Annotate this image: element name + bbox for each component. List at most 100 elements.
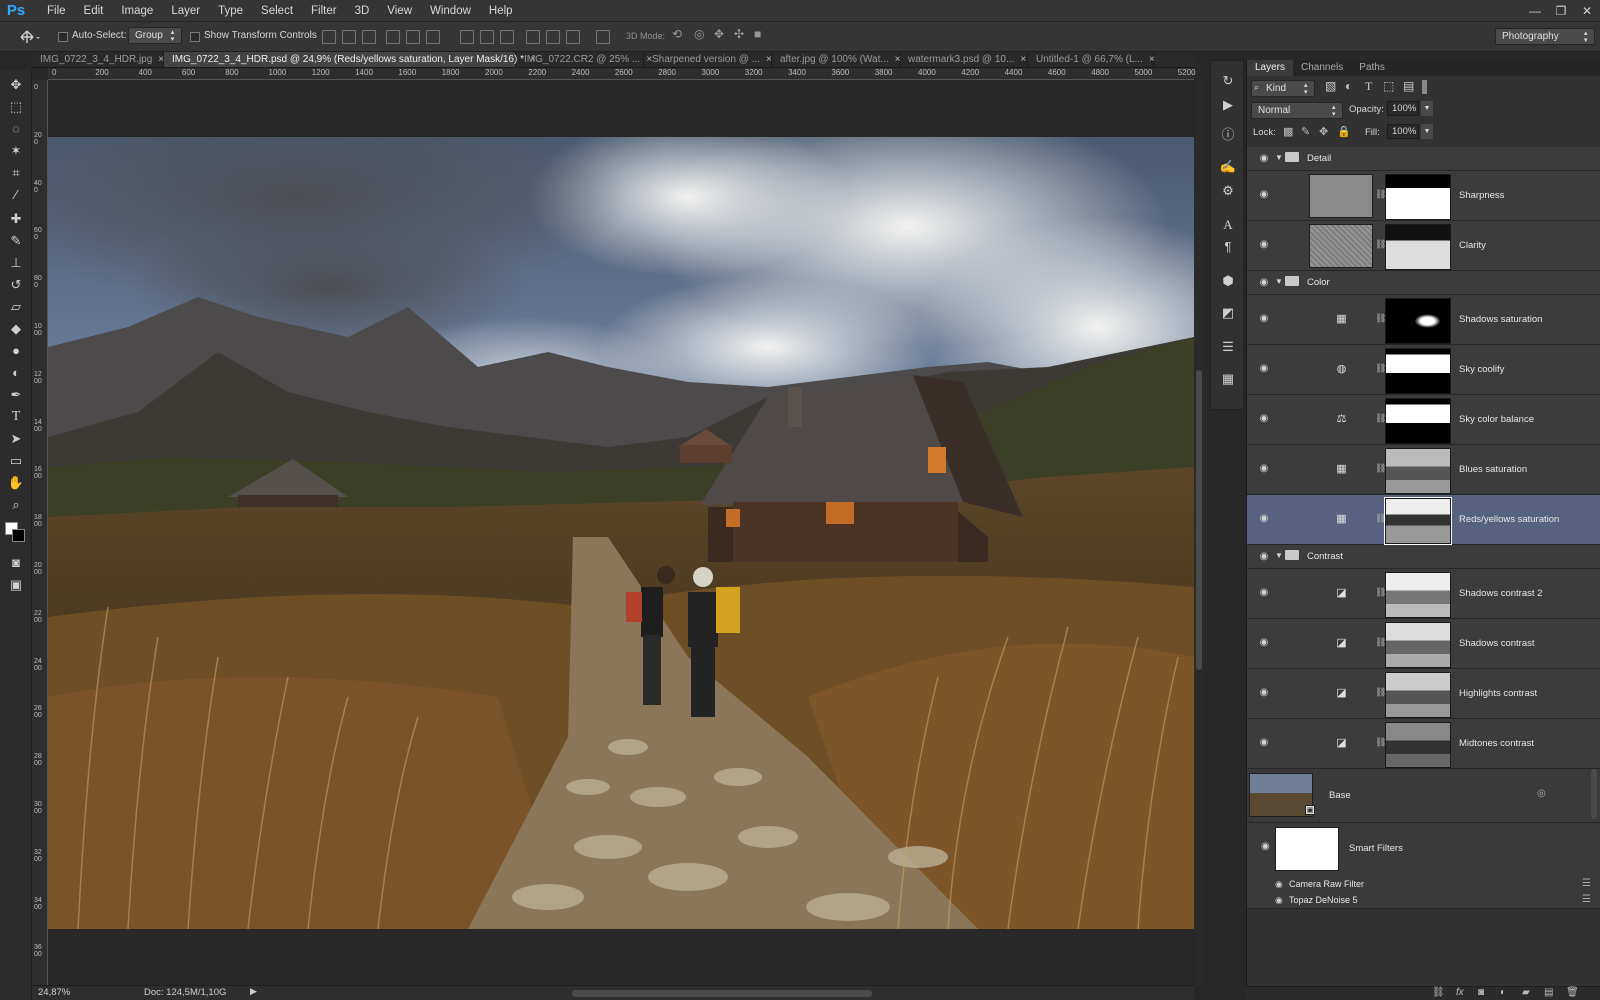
move-tool-icon[interactable] [18, 29, 40, 45]
opacity-slider-arrow-icon[interactable]: ▼ [1421, 101, 1433, 116]
actions-panel-icon[interactable]: ▶ [1218, 95, 1238, 115]
lock-all-icon[interactable]: 🔒 [1337, 125, 1351, 138]
history-brush-icon[interactable]: ↺ [6, 276, 26, 294]
quick-mask-icon[interactable]: ◙ [6, 554, 26, 572]
clone-stamp-icon[interactable]: ⊥ [6, 254, 26, 272]
zoom-level[interactable]: 24,87% [38, 987, 70, 998]
distribute-right-icon[interactable] [566, 30, 580, 44]
distribute-hcenter-icon[interactable] [546, 30, 560, 44]
layer-group-detail[interactable]: ◉ ▼ Detail [1247, 147, 1600, 171]
3d-drag-icon[interactable]: ✥ [714, 27, 724, 41]
layer-blues-saturation[interactable]: ◉ ▦ ⛓ Blues saturation [1247, 445, 1600, 495]
new-group-icon[interactable]: ▰ [1522, 987, 1530, 998]
brush-tool-icon[interactable]: ✎ [6, 232, 26, 250]
menu-view[interactable]: View [378, 0, 421, 22]
3d-slide-icon[interactable]: ✣ [734, 27, 744, 41]
doc-tab[interactable]: IMG_0722.CR2 @ 25% ... × [516, 52, 652, 67]
layer-mask-thumbnail[interactable] [1385, 224, 1451, 270]
auto-align-icon[interactable] [596, 30, 610, 44]
filter-kind-dropdown[interactable]: Kind [1251, 80, 1315, 97]
distribute-vcenter-icon[interactable] [480, 30, 494, 44]
brush-presets-icon[interactable]: ✍ [1218, 157, 1238, 177]
visibility-eye-icon[interactable]: ◉ [1257, 413, 1271, 424]
lock-pixels-icon[interactable]: ✎ [1301, 125, 1310, 138]
lock-transparent-icon[interactable]: ▩ [1283, 125, 1293, 138]
align-top-icon[interactable] [322, 30, 336, 44]
menu-window[interactable]: Window [421, 0, 480, 22]
align-left-icon[interactable] [386, 30, 400, 44]
align-bottom-icon[interactable] [362, 30, 376, 44]
menu-file[interactable]: File [38, 0, 75, 22]
layer-group-contrast[interactable]: ◉ ▼ Contrast [1247, 545, 1600, 569]
vertical-scrollbar[interactable] [1194, 80, 1204, 985]
layer-mask-thumbnail[interactable] [1385, 572, 1451, 618]
document-image[interactable] [48, 137, 1194, 929]
magic-wand-icon[interactable]: ✶ [6, 142, 26, 160]
smart-filters-row[interactable]: ◉ Smart Filters [1247, 823, 1600, 877]
filter-type-icon[interactable]: T [1365, 79, 1372, 94]
layer-mask-thumbnail[interactable] [1385, 672, 1451, 718]
paragraph-panel-icon[interactable]: ¶ [1218, 237, 1238, 257]
visibility-eye-icon[interactable]: ◉ [1257, 363, 1271, 374]
tool-presets-icon[interactable]: ⚙ [1218, 181, 1238, 201]
close-icon[interactable]: × [766, 54, 772, 65]
layer-base[interactable]: ◉ ▣ Base ◎ [1247, 769, 1600, 823]
visibility-eye-icon[interactable]: ◉ [1257, 637, 1271, 648]
dodge-tool-icon[interactable]: ◐ [6, 364, 26, 382]
layer-shadows-saturation[interactable]: ◉ ▦ ⛓ Shadows saturation [1247, 295, 1600, 345]
type-tool-icon[interactable]: T [6, 408, 26, 426]
close-icon[interactable]: × [1149, 54, 1155, 65]
fill-slider-arrow-icon[interactable]: ▼ [1421, 124, 1433, 139]
filter-toggle[interactable] [1422, 80, 1427, 94]
adjustments-panel-icon[interactable]: ◩ [1218, 303, 1238, 323]
visibility-eye-icon[interactable]: ◉ [1275, 879, 1283, 890]
trash-icon[interactable]: 🗑 [1566, 987, 1579, 998]
lock-position-icon[interactable]: ✥ [1319, 125, 1328, 138]
distribute-left-icon[interactable] [526, 30, 540, 44]
history-panel-icon[interactable]: ↻ [1218, 71, 1238, 91]
visibility-eye-icon[interactable]: ◉ [1257, 551, 1271, 562]
align-hcenter-icon[interactable] [406, 30, 420, 44]
layer-clarity[interactable]: ◉ ⛓ Clarity [1247, 221, 1600, 271]
visibility-eye-icon[interactable]: ◉ [1257, 313, 1271, 324]
pen-tool-icon[interactable]: ✒ [6, 386, 26, 404]
path-selection-icon[interactable]: ➤ [6, 430, 26, 448]
screen-mode-icon[interactable]: ▣ [6, 576, 26, 594]
healing-brush-icon[interactable]: ✚ [6, 210, 26, 228]
add-mask-icon[interactable]: ◙ [1478, 987, 1484, 998]
layer-sky-color-balance[interactable]: ◉ ⚖ ⛓ Sky color balance [1247, 395, 1600, 445]
workspace-dropdown[interactable]: Photography [1495, 28, 1595, 45]
smart-filter-camera-raw[interactable]: ◉ Camera Raw Filter ☰ [1247, 877, 1600, 893]
layer-mask-thumbnail[interactable] [1385, 348, 1451, 394]
menu-help[interactable]: Help [480, 0, 522, 22]
status-menu-arrow-icon[interactable]: ▶ [250, 986, 257, 997]
eraser-icon[interactable]: ▱ [6, 298, 26, 316]
doc-tab-active[interactable]: IMG_0722_3_4_HDR.psd @ 24,9% (Reds/yello… [164, 52, 536, 67]
adjustment-layer-icon[interactable]: ◐ [1500, 987, 1506, 998]
layer-shadows-contrast-2[interactable]: ◉ ◪ ⛓ Shadows contrast 2 [1247, 569, 1600, 619]
menu-select[interactable]: Select [252, 0, 302, 22]
doc-tab[interactable]: watermark3.psd @ 10... × [900, 52, 1028, 67]
show-transform-checkbox[interactable] [190, 32, 200, 42]
blur-tool-icon[interactable]: ● [6, 342, 26, 360]
filter-adjustment-icon[interactable]: ◐ [1345, 79, 1352, 93]
marquee-tool-icon[interactable]: ⬚ [6, 98, 26, 116]
layer-midtones-contrast[interactable]: ◉ ◪ ⛓ Midtones contrast [1247, 719, 1600, 769]
3d-camera-icon[interactable]: ■ [754, 27, 761, 41]
visibility-eye-icon[interactable]: ◉ [1257, 277, 1271, 288]
3d-panel-icon[interactable]: ⬢ [1218, 271, 1238, 291]
visibility-eye-icon[interactable]: ◉ [1257, 687, 1271, 698]
link-layers-icon[interactable]: ⛓ [1432, 987, 1445, 998]
filter-options-icon[interactable]: ☰ [1582, 894, 1591, 905]
disclosure-triangle-icon[interactable]: ▼ [1275, 153, 1283, 162]
group-dropdown[interactable]: Group [128, 27, 182, 44]
layer-mask-thumbnail[interactable] [1385, 174, 1451, 220]
fill-field[interactable]: 100% [1387, 124, 1419, 139]
layer-mask-thumbnail[interactable] [1385, 298, 1451, 344]
visibility-eye-icon[interactable]: ◉ [1257, 737, 1271, 748]
navigator-panel-icon[interactable]: ▦ [1218, 369, 1238, 389]
character-panel-icon[interactable]: A [1218, 215, 1238, 235]
hand-tool-icon[interactable]: ✋ [6, 474, 26, 492]
layer-mask-thumbnail[interactable] [1385, 622, 1451, 668]
filter-shape-icon[interactable]: ⬚ [1383, 79, 1394, 93]
